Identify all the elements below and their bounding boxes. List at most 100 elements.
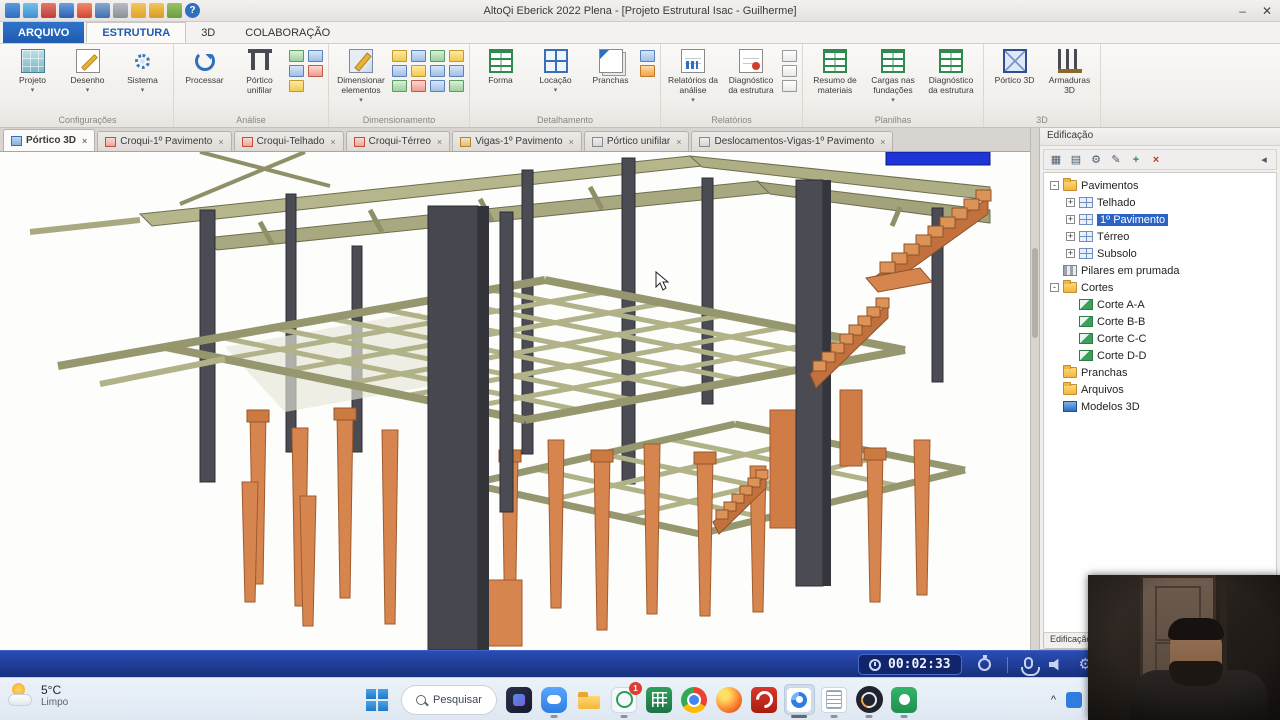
resumo-materiais-button[interactable]: Resumo de materiais [806, 46, 864, 115]
add-icon[interactable]: + [1127, 151, 1145, 168]
tree-item-pavimentos[interactable]: - Pavimentos [1044, 177, 1276, 194]
sistema-button[interactable]: Sistema ▾ [115, 46, 170, 115]
close-tab-icon[interactable]: × [330, 137, 335, 147]
config-icon[interactable] [167, 3, 182, 18]
tray-chevron-icon[interactable]: ^ [1051, 694, 1056, 706]
save-icon[interactable] [59, 3, 74, 18]
layers-icon[interactable]: ▤ [1067, 151, 1085, 168]
new-project-icon[interactable] [23, 3, 38, 18]
portico-unifilar-button[interactable]: Pórtico unifilar [232, 46, 287, 115]
minimize-button[interactable]: – [1239, 4, 1246, 18]
close-tab-icon[interactable]: × [82, 136, 87, 146]
expand-icon[interactable]: + [1066, 232, 1075, 241]
structural-3d-model[interactable] [0, 152, 1030, 650]
doc-tab-portico-3d[interactable]: Pórtico 3D × [3, 129, 96, 151]
small-tool-icon[interactable] [289, 80, 304, 92]
small-tool-icon[interactable] [430, 50, 445, 62]
firefox-icon[interactable] [714, 684, 745, 715]
portico-3d-button[interactable]: Pórtico 3D [987, 46, 1042, 115]
tree-item-terreo[interactable]: + Térreo [1044, 228, 1276, 245]
small-tool-icon[interactable] [782, 65, 797, 77]
doc-tab-vigas-1-pavimento[interactable]: Vigas-1º Pavimento × [452, 131, 582, 151]
levels-icon[interactable]: ▦ [1047, 151, 1065, 168]
small-tool-icon[interactable] [392, 65, 407, 77]
tree-item-corte-d-d[interactable]: Corte D-D [1044, 347, 1276, 364]
file-explorer-icon[interactable] [574, 684, 605, 715]
redo-icon[interactable] [149, 3, 164, 18]
small-tool-icon[interactable] [449, 50, 464, 62]
small-tool-icon[interactable] [449, 80, 464, 92]
tree-item-telhado[interactable]: + Telhado [1044, 194, 1276, 211]
microphone-icon[interactable] [1020, 656, 1040, 676]
pranchas-button[interactable]: Pranchas [583, 46, 638, 115]
small-tool-icon[interactable] [411, 50, 426, 62]
close-tab-icon[interactable]: × [569, 137, 574, 147]
close-project-icon[interactable] [77, 3, 92, 18]
open-project-icon[interactable] [41, 3, 56, 18]
close-button[interactable]: ✕ [1262, 4, 1272, 18]
close-tab-icon[interactable]: × [437, 137, 442, 147]
small-tool-icon[interactable] [392, 50, 407, 62]
tray-app-icon[interactable] [1066, 691, 1082, 708]
tab-estrutura[interactable]: ESTRUTURA [86, 22, 187, 43]
doc-tab-croqui-telhado[interactable]: Croqui-Telhado × [233, 131, 344, 151]
tools-icon[interactable]: ⚙ [1087, 151, 1105, 168]
dimensionar-elementos-button[interactable]: Dimensionar elementos ▾ [332, 46, 390, 115]
chat-app-icon[interactable] [539, 684, 570, 715]
projeto-button[interactable]: Projeto ▾ [5, 46, 60, 115]
speaker-icon[interactable] [1048, 658, 1059, 671]
small-tool-icon[interactable] [289, 50, 304, 62]
help-icon[interactable]: ? [185, 3, 200, 18]
collapse-panel-icon[interactable]: ◂ [1255, 151, 1273, 168]
tree-item-cortes[interactable]: - Cortes [1044, 279, 1276, 296]
doc-tab-croqui-1-pavimento[interactable]: Croqui-1º Pavimento × [97, 131, 232, 151]
refresh-icon[interactable] [640, 65, 655, 77]
print-icon[interactable] [95, 3, 110, 18]
close-tab-icon[interactable]: × [880, 137, 885, 147]
system-app-icon[interactable] [504, 684, 535, 715]
tab-3d[interactable]: 3D [186, 22, 230, 43]
small-tool-icon[interactable] [782, 80, 797, 92]
delete-icon[interactable]: × [1147, 151, 1165, 168]
tree-item-subsolo[interactable]: + Subsolo [1044, 245, 1276, 262]
taskbar-search[interactable]: Pesquisar [401, 684, 497, 715]
expand-icon[interactable]: + [1066, 249, 1075, 258]
tree-item-pilares-em-prumada[interactable]: Pilares em prumada [1044, 262, 1276, 279]
close-tab-icon[interactable]: × [676, 137, 681, 147]
small-tool-icon[interactable] [411, 80, 426, 92]
doc-tab-deslocamentos[interactable]: Deslocamentos-Vigas-1º Pavimento × [691, 131, 894, 151]
weather-widget[interactable]: 5°C Limpo [8, 683, 68, 708]
small-tool-icon[interactable] [308, 65, 323, 77]
undo-icon[interactable] [131, 3, 146, 18]
cargas-fundacoes-button[interactable]: Cargas nas fundações ▾ [864, 46, 922, 115]
small-tool-icon[interactable] [392, 80, 407, 92]
panel-bottom-tab-edificacao[interactable]: Edificação [1043, 633, 1089, 649]
eberick-app-icon[interactable] [783, 684, 815, 715]
tree-item-arquivos[interactable]: Arquivos [1044, 381, 1276, 398]
small-tool-icon[interactable] [430, 65, 445, 77]
obs-app-icon[interactable] [854, 684, 885, 715]
spreadsheet-app-icon[interactable] [644, 684, 675, 715]
processar-button[interactable]: Processar [177, 46, 232, 115]
tab-arquivo[interactable]: ARQUIVO [3, 22, 85, 43]
tree-item-corte-c-c[interactable]: Corte C-C [1044, 330, 1276, 347]
locacao-button[interactable]: Locação ▾ [528, 46, 583, 115]
armaduras-3d-button[interactable]: Armaduras 3D [1042, 46, 1097, 115]
small-tool-icon[interactable] [782, 50, 797, 62]
acrobat-icon[interactable] [749, 684, 780, 715]
small-tool-icon[interactable] [289, 65, 304, 77]
small-tool-icon[interactable] [411, 65, 426, 77]
doc-tab-croqui-terreo[interactable]: Croqui-Térreo × [345, 131, 451, 151]
scrollbar-thumb[interactable] [1032, 248, 1038, 338]
viewport-3d[interactable] [0, 152, 1030, 650]
collapse-icon[interactable]: - [1050, 181, 1059, 190]
relatorios-analise-button[interactable]: Relatórios da análise ▾ [664, 46, 722, 115]
tree-item-modelos-3d[interactable]: Modelos 3D [1044, 398, 1276, 415]
chrome-icon[interactable] [679, 684, 710, 715]
expand-icon[interactable]: + [1066, 198, 1075, 207]
small-tool-icon[interactable] [449, 65, 464, 77]
notes-app-icon[interactable] [819, 684, 850, 715]
collapse-icon[interactable]: - [1050, 283, 1059, 292]
zoom-icon[interactable] [113, 3, 128, 18]
small-tool-icon[interactable] [430, 80, 445, 92]
